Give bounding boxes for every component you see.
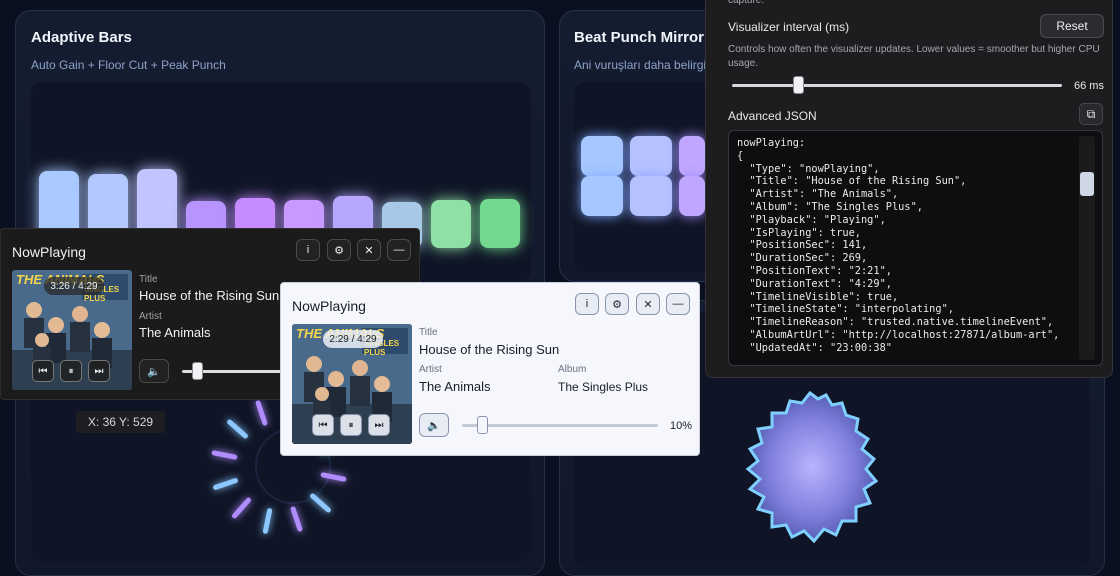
- json-scrollbar-thumb[interactable]: [1080, 172, 1094, 196]
- copy-json-button[interactable]: ⧉: [1079, 103, 1103, 125]
- time-pill: 2:29 / 4:29: [323, 330, 383, 348]
- info-icon: i: [585, 298, 589, 310]
- next-button[interactable]: ⏭: [88, 360, 110, 382]
- reset-button[interactable]: Reset: [1040, 14, 1104, 38]
- next-icon: ⏭: [374, 419, 384, 431]
- title-value: House of the Rising Sun: [139, 288, 280, 303]
- spectrum-bar: [480, 199, 520, 248]
- prev-button[interactable]: ⏮: [312, 414, 334, 436]
- album-label: Album: [558, 364, 587, 375]
- prev-icon: ⏮: [318, 419, 328, 431]
- interval-slider-thumb[interactable]: [793, 76, 804, 94]
- beat-punch-title: Beat Punch Mirror: [574, 29, 705, 46]
- artist-value: The Animals: [139, 325, 211, 340]
- interval-help: Controls how often the visualizer update…: [728, 44, 1100, 69]
- prev-icon: ⏮: [38, 365, 48, 377]
- title-value: House of the Rising Sun: [419, 342, 560, 357]
- info-icon: i: [306, 244, 310, 256]
- info-button[interactable]: i: [296, 239, 320, 261]
- volume-slider-thumb[interactable]: [476, 416, 488, 434]
- artist-value: The Animals: [419, 379, 491, 394]
- nowplaying-window-light: NowPlaying i ⚙ ✕ — THE ANIMALS THE SINGL…: [280, 282, 700, 456]
- pause-icon: ⏸: [68, 365, 74, 377]
- coordinate-readout: X: 36 Y: 529: [76, 411, 165, 433]
- beat-pad: [679, 136, 705, 176]
- minimize-icon: —: [672, 298, 684, 310]
- advanced-json-box[interactable]: nowPlaying: { "Type": "nowPlaying", "Tit…: [728, 130, 1103, 366]
- adaptive-bars-title: Adaptive Bars: [31, 29, 132, 46]
- beat-pad: [581, 136, 623, 176]
- album-value: The Singles Plus: [558, 380, 649, 394]
- artist-label: Artist: [419, 364, 442, 375]
- unpin-icon: ✕: [364, 244, 374, 257]
- volume-slider-track[interactable]: [462, 424, 658, 427]
- settings-panel: capture. Visualizer interval (ms) Reset …: [705, 0, 1113, 378]
- gear-icon: ⚙: [612, 298, 622, 311]
- volume-slider-thumb[interactable]: [192, 362, 203, 380]
- json-scrollbar[interactable]: [1079, 136, 1095, 360]
- advanced-json-text: nowPlaying: { "Type": "nowPlaying", "Tit…: [737, 137, 1060, 354]
- beat-pad: [679, 176, 705, 216]
- minimize-button[interactable]: —: [666, 293, 690, 315]
- blob-visualizer-shape: [745, 390, 879, 544]
- prev-button[interactable]: ⏮: [32, 360, 54, 382]
- interval-label: Visualizer interval (ms): [728, 20, 850, 34]
- volume-icon: 🔈: [427, 419, 441, 432]
- gear-icon: ⚙: [334, 244, 344, 257]
- volume-button[interactable]: 🔈: [139, 359, 169, 383]
- interval-slider-track[interactable]: [732, 84, 1062, 87]
- adaptive-bars-subtitle: Auto Gain + Floor Cut + Peak Punch: [31, 58, 226, 72]
- volume-icon: 🔈: [147, 365, 161, 378]
- beat-punch-subtitle: Ani vuruşları daha belirgi: [574, 58, 707, 72]
- pause-button[interactable]: ⏸: [340, 414, 362, 436]
- advanced-json-label: Advanced JSON: [728, 109, 817, 123]
- nowplaying-title: NowPlaying: [12, 244, 86, 260]
- unpin-icon: ✕: [643, 298, 653, 311]
- title-label: Title: [419, 327, 438, 338]
- volume-value: 10%: [670, 420, 693, 432]
- settings-button[interactable]: ⚙: [327, 239, 351, 261]
- copy-icon: ⧉: [1086, 106, 1096, 121]
- unpin-button[interactable]: ✕: [636, 293, 660, 315]
- beat-pad: [630, 136, 672, 176]
- artist-label: Artist: [139, 311, 162, 322]
- beat-pad: [630, 176, 672, 216]
- settings-button[interactable]: ⚙: [605, 293, 629, 315]
- title-label: Title: [139, 274, 158, 285]
- info-button[interactable]: i: [575, 293, 599, 315]
- beat-pad: [581, 176, 623, 216]
- time-pill: 3:26 / 4:29: [44, 277, 104, 295]
- minimize-icon: —: [393, 244, 405, 256]
- next-icon: ⏭: [94, 365, 104, 377]
- settings-cut-text: capture.: [728, 0, 765, 6]
- blob-outline: [745, 390, 879, 544]
- next-button[interactable]: ⏭: [368, 414, 390, 436]
- minimize-button[interactable]: —: [387, 239, 411, 261]
- spectrum-bar: [431, 200, 471, 248]
- pause-icon: ⏸: [348, 419, 354, 431]
- nowplaying-title: NowPlaying: [292, 298, 366, 314]
- pause-button[interactable]: ⏸: [60, 360, 82, 382]
- volume-button[interactable]: 🔈: [419, 413, 449, 437]
- interval-value: 66 ms: [1074, 80, 1104, 92]
- unpin-button[interactable]: ✕: [357, 239, 381, 261]
